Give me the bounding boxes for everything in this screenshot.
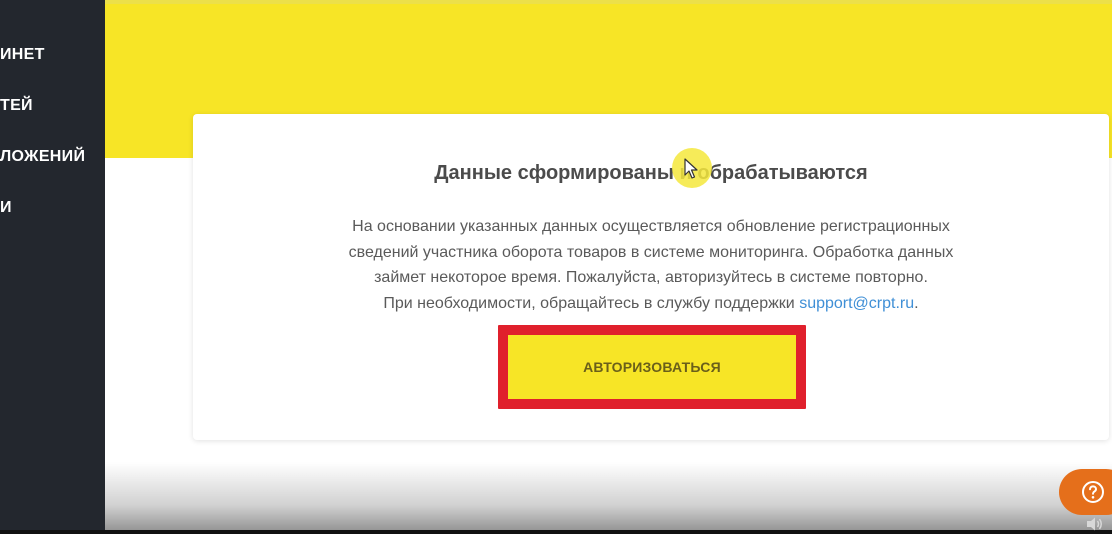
- sidebar-item-cabinet[interactable]: ИНЕТ: [0, 46, 45, 64]
- app-root: ИНЕТ ТЕЙ ЛОЖЕНИЙ И Данные сформированы и…: [0, 0, 1112, 534]
- video-bottom-gradient: [105, 462, 1112, 534]
- description-line-2: сведений участника оборота товаров в сис…: [348, 243, 954, 261]
- help-button[interactable]: [1059, 469, 1112, 515]
- mouse-cursor-icon: [684, 158, 698, 179]
- support-prefix: При необходимости, обращайтесь в службу …: [383, 294, 800, 312]
- card-description: На основании указанных данных осуществля…: [193, 214, 1109, 316]
- support-suffix: .: [914, 294, 919, 312]
- support-email-link[interactable]: support@crpt.ru: [799, 295, 914, 312]
- question-circle-icon: [1082, 481, 1104, 503]
- sidebar-item-networks[interactable]: ТЕЙ: [0, 97, 33, 115]
- volume-icon[interactable]: [1086, 516, 1104, 532]
- authorize-button[interactable]: АВТОРИЗОВАТЬСЯ: [508, 335, 796, 399]
- sidebar: ИНЕТ ТЕЙ ЛОЖЕНИЙ И: [0, 0, 105, 534]
- video-progress-track[interactable]: [0, 530, 1112, 534]
- description-line-3: займет некоторое время. Пожалуйста, авто…: [374, 269, 928, 286]
- sidebar-item-other[interactable]: И: [0, 199, 12, 217]
- sidebar-item-applications[interactable]: ЛОЖЕНИЙ: [0, 148, 85, 166]
- support-line: При необходимости, обращайтесь в службу …: [193, 291, 1109, 317]
- description-line-1: На основании указанных данных осуществля…: [352, 218, 950, 235]
- card-title: Данные сформированы и обрабатываются: [434, 162, 868, 184]
- header-topline: [105, 0, 1112, 4]
